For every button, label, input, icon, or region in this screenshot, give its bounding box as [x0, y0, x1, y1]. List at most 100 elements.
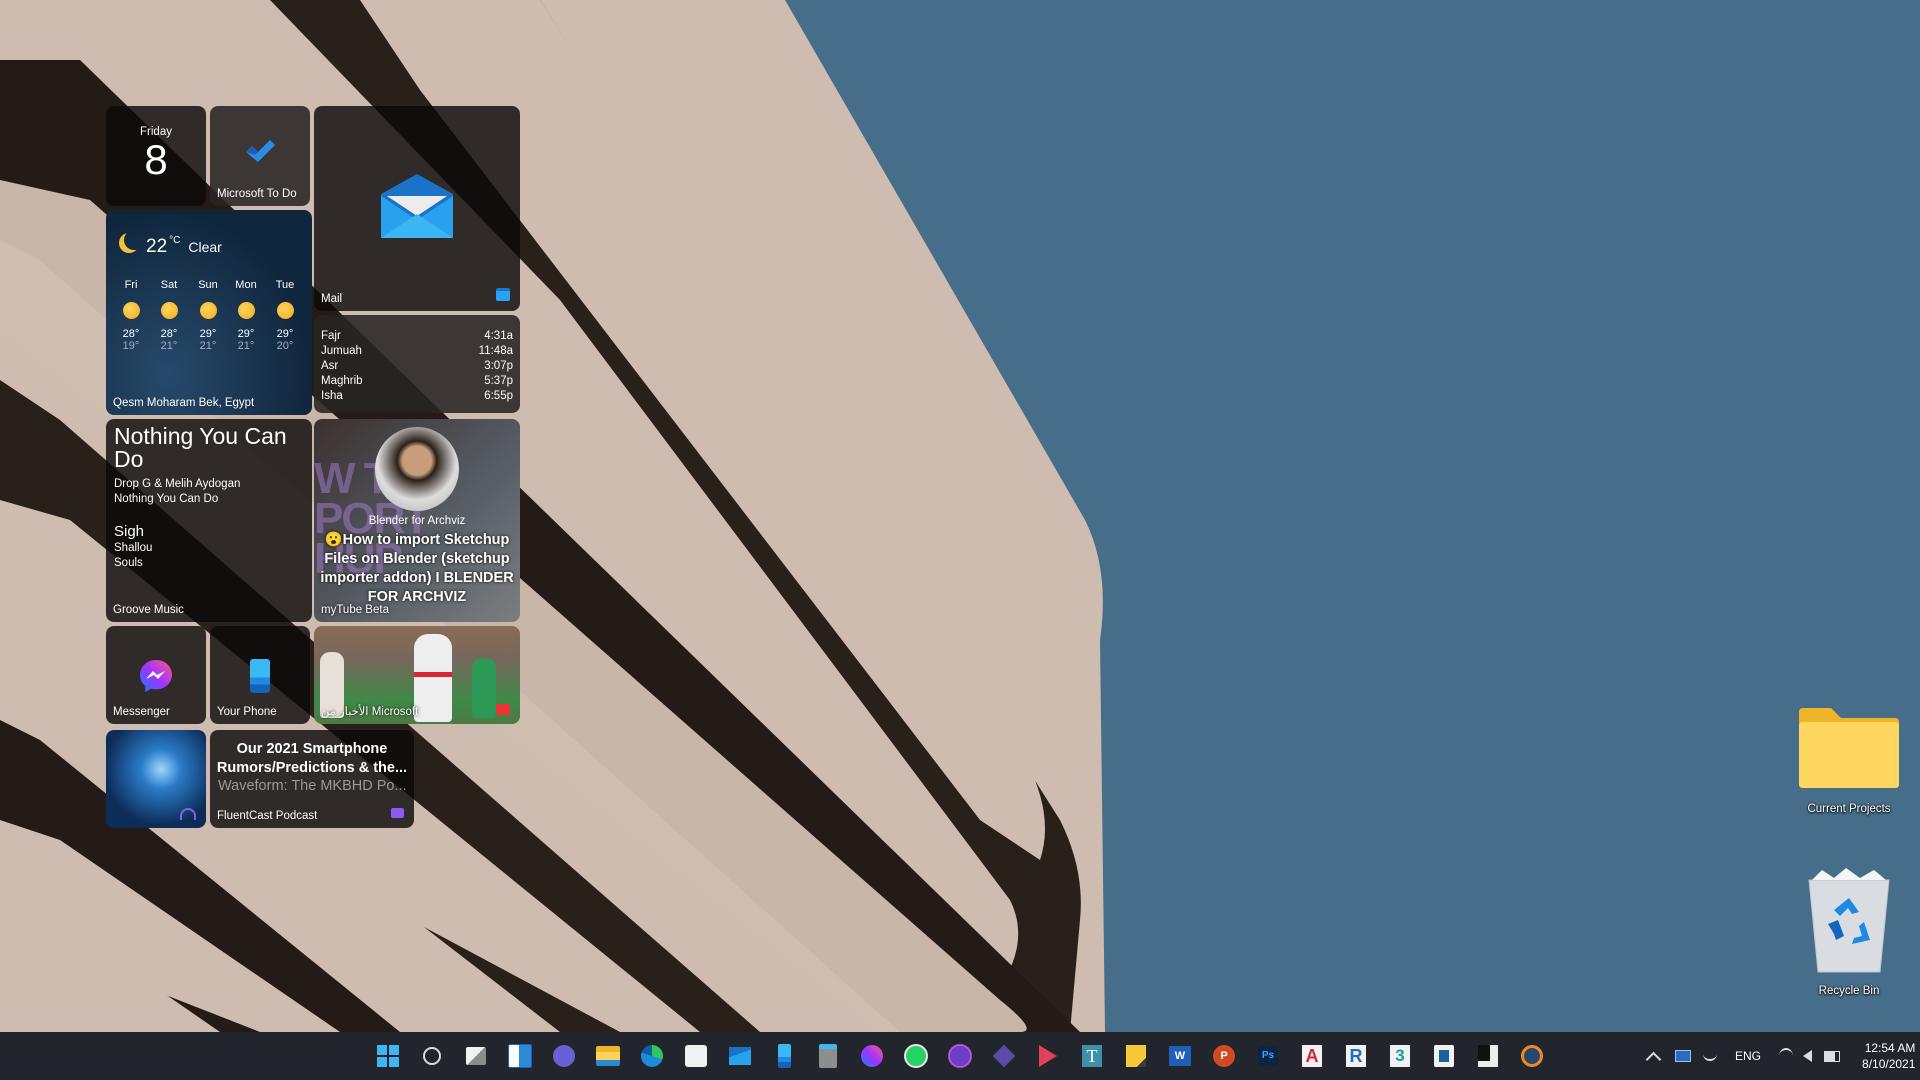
groove-music-label: Groove Music	[113, 604, 184, 616]
clock[interactable]: 12:54 AM 8/10/2021	[1862, 1040, 1915, 1072]
song-album: Nothing You Can Do	[114, 493, 219, 505]
taskbar-video-player-button[interactable]	[988, 1040, 1020, 1072]
taskbar-store-button[interactable]	[680, 1040, 712, 1072]
news-tile[interactable]: الأخبار من Microsoft	[314, 626, 520, 724]
groove-music-tile[interactable]: Nothing You Can Do Drop G & Melih Aydoga…	[106, 419, 312, 622]
taskbar-task-view-button[interactable]	[460, 1040, 492, 1072]
prayer-times-tile[interactable]: Fajr 4:31a Jumuah 11:48a Asr 3:07p Maghrib 5…	[314, 315, 520, 413]
taskbar-text-editor-button[interactable]: T	[1076, 1040, 1108, 1072]
prayer-name: Maghrib	[321, 375, 363, 387]
fluentcast-badge-icon	[391, 808, 404, 818]
taskbar-file-explorer-button[interactable]	[592, 1040, 624, 1072]
taskbar-sticky-notes-button[interactable]	[1120, 1040, 1152, 1072]
language-indicator[interactable]: ENG	[1735, 1049, 1761, 1063]
news-image-figure	[472, 658, 496, 718]
taskbar-calculator-button[interactable]	[812, 1040, 844, 1072]
sketchup-icon	[1434, 1045, 1454, 1067]
recycle-bin-icon	[1808, 868, 1890, 973]
fluentcast-label: FluentCast Podcast	[217, 810, 318, 822]
your-phone-tile[interactable]: Your Phone	[210, 626, 310, 724]
todo-tile[interactable]: Microsoft To Do	[210, 106, 310, 206]
windows-start-icon	[377, 1045, 399, 1067]
desktop-icon-label: Recycle Bin	[1818, 985, 1880, 997]
mytube-tile[interactable]: W TO PORT HUP Blender for Archviz 😮How to …	[314, 419, 520, 622]
weather-location: Qesm Moharam Bek, Egypt	[113, 397, 255, 409]
todo-label: Microsoft To Do	[217, 188, 297, 200]
calendar-date: 8	[144, 136, 168, 183]
forecast-day-label: Mon	[235, 279, 257, 291]
mail-icon	[729, 1047, 751, 1065]
search-icon	[423, 1047, 441, 1065]
episode-title: Our 2021 Smartphone Rumors/Predictions &…	[216, 741, 408, 776]
powerpoint-icon: P	[1213, 1045, 1235, 1067]
mail-envelope-icon	[381, 174, 453, 238]
taskbar-whatsapp-button[interactable]	[900, 1040, 932, 1072]
taskbar-powerpoint-button[interactable]: P	[1208, 1040, 1240, 1072]
taskbar-your-phone-button[interactable]	[768, 1040, 800, 1072]
taskbar-3ds-max-button[interactable]: 3	[1384, 1040, 1416, 1072]
taskbar-rhino-button[interactable]	[1472, 1040, 1504, 1072]
prayer-row: Isha 6:55p	[314, 389, 520, 404]
clock-date: 8/10/2021	[1862, 1057, 1916, 1071]
channel-avatar	[375, 427, 459, 511]
desktop-icon-current-projects[interactable]: Current Projects	[1794, 706, 1904, 815]
taskbar-edge-button[interactable]	[636, 1040, 668, 1072]
system-tray: ENG 12:54 AM 8/10/2021	[1645, 1032, 1915, 1080]
forecast-high: 29°	[237, 328, 255, 340]
forecast-day: Sun 29° 21°	[192, 279, 224, 352]
prayer-name: Asr	[321, 360, 339, 372]
news-image-figure	[414, 634, 452, 722]
wifi-icon[interactable]	[1779, 1048, 1794, 1064]
word-icon: W	[1169, 1046, 1191, 1066]
podcast-icon	[948, 1044, 972, 1068]
tray-app2-icon[interactable]	[1703, 1051, 1717, 1061]
text-editor-icon: T	[1082, 1045, 1102, 1067]
messenger-label: Messenger	[113, 706, 170, 718]
volume-icon[interactable]	[1803, 1050, 1813, 1062]
battery-icon[interactable]	[1824, 1050, 1841, 1062]
up-next-item: Souls	[114, 557, 143, 569]
taskbar-teams-chat-button[interactable]	[548, 1040, 580, 1072]
taskbar-photoshop-button[interactable]: Ps	[1252, 1040, 1284, 1072]
taskbar-messenger-button[interactable]	[856, 1040, 888, 1072]
weather-tile[interactable]: 22 °C Clear Fri 28° 19° Sat 28° 21° Sun …	[106, 210, 312, 415]
taskbar-blender-button[interactable]	[1516, 1040, 1548, 1072]
play-icon	[1039, 1045, 1057, 1067]
fluentcast-tile[interactable]: Our 2021 Smartphone Rumors/Predictions &…	[210, 730, 414, 828]
taskbar-word-button[interactable]: W	[1164, 1040, 1196, 1072]
prayer-time: 11:48a	[478, 345, 513, 357]
taskbar-media-player-button[interactable]	[1032, 1040, 1064, 1072]
taskbar-revit-button[interactable]: R	[1340, 1040, 1372, 1072]
prayer-row: Jumuah 11:48a	[314, 344, 520, 359]
taskbar-mail-button[interactable]	[724, 1040, 756, 1072]
calendar-tile[interactable]: Friday 8	[106, 106, 206, 206]
taskbar-widgets-button[interactable]	[504, 1040, 536, 1072]
messenger-tile[interactable]: Messenger	[106, 626, 206, 724]
taskbar-sketchup-button[interactable]	[1428, 1040, 1460, 1072]
forecast-day-label: Tue	[275, 279, 295, 291]
taskbar-search-button[interactable]	[416, 1040, 448, 1072]
forecast-day-label: Sat	[160, 279, 178, 291]
revit-icon: R	[1346, 1045, 1366, 1067]
headphones-icon	[180, 808, 196, 820]
whatsapp-icon	[904, 1044, 928, 1068]
moon-icon	[124, 230, 144, 250]
forecast-low: 21°	[199, 340, 217, 352]
podcast-artwork-tile[interactable]	[106, 730, 206, 828]
widgets-icon	[508, 1044, 532, 1068]
desktop-icon-recycle-bin[interactable]: Recycle Bin	[1794, 868, 1904, 997]
weather-condition: Clear	[188, 239, 222, 255]
messenger-icon	[140, 660, 172, 692]
clock-time: 12:54 AM	[1864, 1041, 1916, 1055]
taskbar-autocad-button[interactable]: A	[1296, 1040, 1328, 1072]
mail-tile[interactable]: Mail	[314, 106, 520, 311]
store-icon	[685, 1045, 707, 1067]
show-hidden-icons-chevron[interactable]	[1645, 1051, 1662, 1067]
taskbar-podcast-button[interactable]	[944, 1040, 976, 1072]
taskbar-start-button[interactable]	[372, 1040, 404, 1072]
forecast-day: Fri 28° 19°	[115, 279, 147, 352]
tray-app-icon[interactable]	[1675, 1050, 1691, 1062]
autocad-icon: A	[1302, 1045, 1322, 1067]
taskbar: T W P Ps A R 3 ENG 12:54 AM 8/10/2021	[0, 1032, 1920, 1080]
your-phone-label: Your Phone	[217, 706, 277, 718]
